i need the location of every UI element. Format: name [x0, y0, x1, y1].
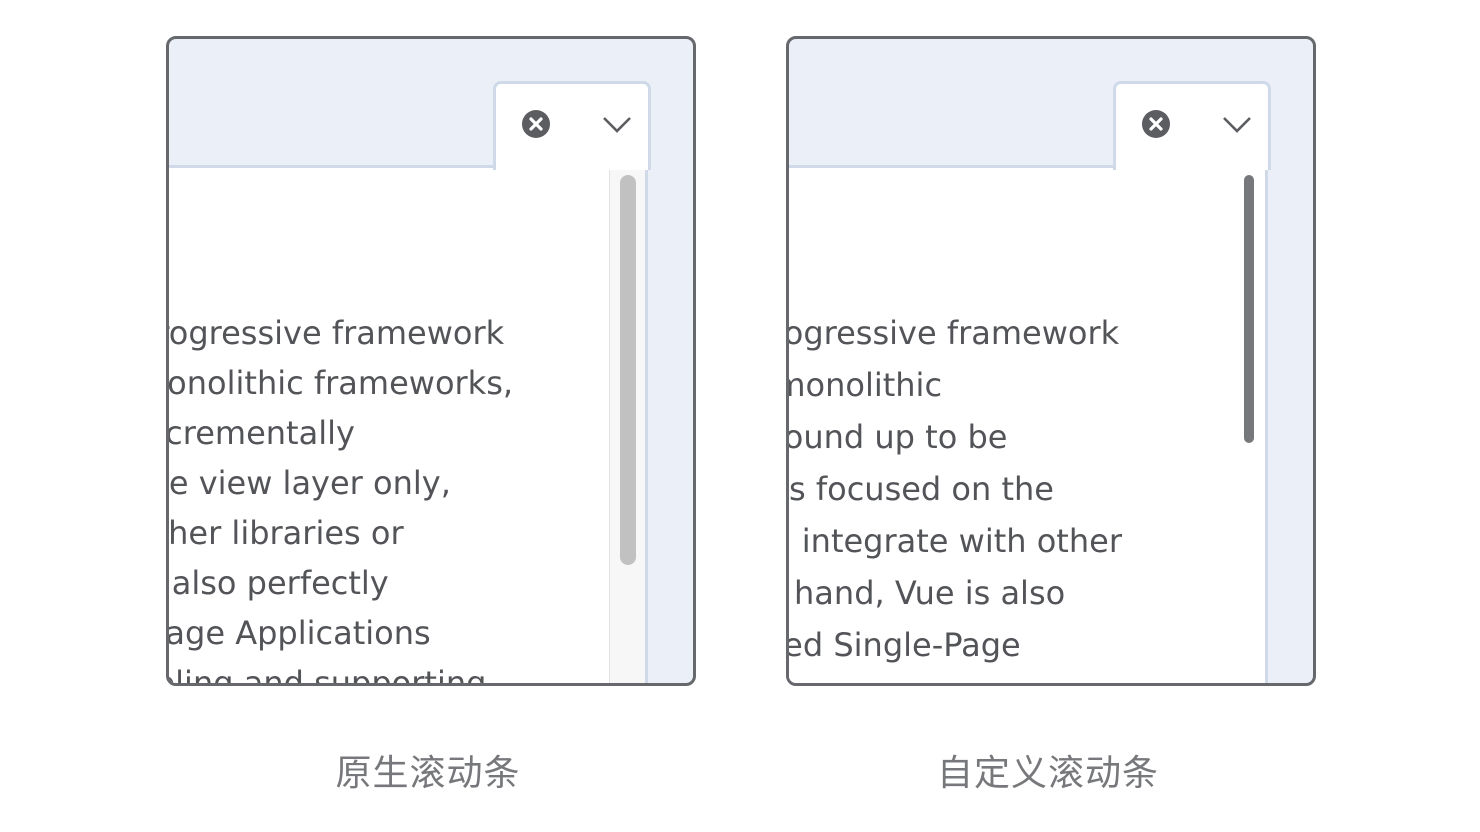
text-line: the view layer only,	[169, 464, 451, 502]
native-scrollbar-demo: progressive framework monolithic framewo…	[166, 36, 696, 686]
text-line: monolithic frameworks,	[169, 364, 514, 402]
text-line: progressive framework	[169, 314, 505, 352]
chevron-down-icon[interactable]	[602, 116, 632, 134]
chevron-down-icon[interactable]	[1222, 116, 1252, 134]
text-line: r monolithic	[789, 366, 943, 404]
select-dropdown-header[interactable]	[1113, 81, 1271, 170]
native-scrollbar-thumb[interactable]	[620, 175, 636, 565]
text-line: er hand, Vue is also	[789, 574, 1066, 612]
clear-icon[interactable]	[1142, 110, 1170, 138]
text-line: ated Single-Page	[789, 626, 1021, 664]
text-line: -Page Applications	[169, 614, 431, 652]
text-line: progressive framework	[789, 314, 1120, 352]
native-caption: 原生滚动条	[335, 753, 521, 794]
text-line: is also perfectly	[169, 564, 389, 602]
text-line: other libraries or	[169, 514, 404, 552]
custom-scrollbar-demo: progressive framework r monolithic groun…	[786, 36, 1316, 686]
text-line: nd integrate with other	[789, 522, 1122, 560]
custom-caption: 自定义滚动条	[936, 753, 1159, 794]
text-line: ground up to be	[789, 418, 1008, 456]
select-dropdown-header[interactable]	[493, 81, 651, 170]
clear-icon[interactable]	[522, 110, 550, 138]
text-line: incrementally	[169, 414, 355, 452]
native-scrollbar-track[interactable]	[609, 168, 645, 683]
dropdown-panel-content[interactable]: progressive framework r monolithic groun…	[789, 165, 1268, 683]
custom-scrollbar-thumb[interactable]	[1244, 175, 1254, 443]
dropdown-panel-content[interactable]: progressive framework monolithic framewo…	[169, 165, 648, 686]
text-line: ooling and supporting	[169, 664, 487, 686]
text-line: y is focused on the	[789, 470, 1054, 508]
